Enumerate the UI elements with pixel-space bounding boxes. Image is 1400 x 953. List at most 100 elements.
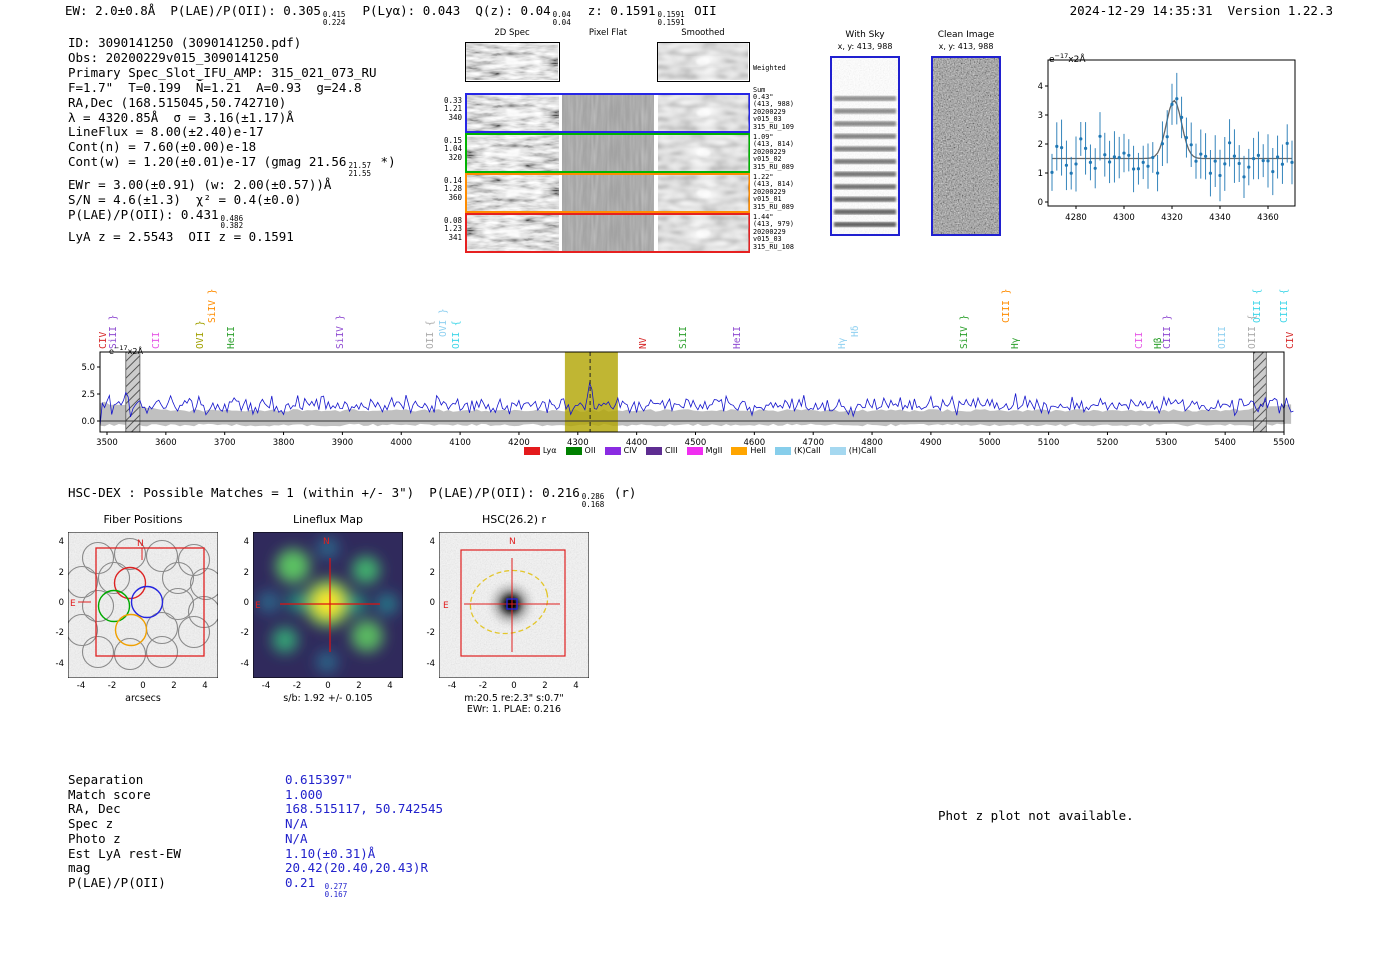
legend-swatch [523, 446, 540, 455]
spec2d-row [465, 133, 750, 173]
pixel-flat-image [562, 215, 654, 251]
svg-text:0.0: 0.0 [81, 417, 95, 427]
cutout-x-tick: -2 [107, 681, 117, 691]
cutout-x-tick: 4 [387, 681, 393, 691]
info-line: S/N = 4.6(±1.3) χ² = 0.4(±0.0) [68, 191, 302, 207]
pixelflat-cell [562, 215, 654, 251]
spec2d-cell [467, 135, 559, 171]
clean-image [933, 58, 999, 234]
spec2d-row [465, 213, 750, 253]
cutout-x-tick: -2 [478, 681, 488, 691]
smoothed-cell [658, 135, 749, 171]
svg-text:3600: 3600 [155, 438, 177, 448]
weighted-sum-label: Weighted Sum [753, 63, 786, 95]
svg-text:4: 4 [1038, 82, 1043, 92]
spec2d-row [465, 173, 750, 213]
match-field-value: 0.615397" [285, 772, 353, 787]
pixelflat-cell [562, 135, 654, 171]
weighted-2dspec-cell [465, 42, 560, 82]
cutout-y-tick: 2 [243, 568, 249, 578]
masked-region [125, 351, 141, 433]
lineflux-map-panel: N E [253, 532, 403, 678]
legend-item: OII [565, 446, 596, 455]
info-line: EWr = 3.00(±0.91) (w: 2.00(±0.57))Å [68, 176, 332, 192]
with-sky-title: With Sky [845, 30, 885, 40]
cutout-y-tick: -2 [426, 628, 435, 638]
info-line: Cont(n) = 7.60(±0.00)e-18 [68, 139, 257, 155]
spec2d-cell [467, 95, 559, 131]
info-line: λ = 4320.85Å σ = 3.16(±1.17)Å [68, 109, 294, 125]
masked-region [1253, 351, 1267, 433]
lineflux-map-title: Lineflux Map [292, 513, 364, 526]
timestamp-version: 2024-12-29 14:35:31 Version 1.22.3 [1069, 3, 1333, 18]
cutout-x-tick: 0 [511, 681, 517, 691]
fiber-row-id: 1.09" (413, 814) 20200229 v015_02 315_RU_089 [753, 133, 794, 171]
cutout-y-tick: -2 [55, 628, 64, 638]
legend-swatch [829, 446, 846, 455]
info-line: Primary Spec_Slot_IFU_AMP: 315_021_073_R… [68, 64, 377, 80]
with-sky-coords: x, y: 413, 988 [837, 42, 893, 51]
legend-swatch [604, 446, 621, 455]
cutout-y-tick: 2 [429, 568, 435, 578]
compass-east-icon: E [255, 601, 261, 611]
match-field-value: 0.21 0.277 0.167 [285, 874, 348, 899]
match-field-label: Spec z [68, 816, 114, 832]
stacked-uncertainty: 0.486 0.382 [220, 213, 244, 231]
pixel-flat-image [562, 135, 654, 171]
cutout-x-tick: -2 [292, 681, 302, 691]
cutout-x-tick: 4 [573, 681, 579, 691]
legend-item: CIII [645, 446, 678, 455]
fiber-row-weights: 0.15 1.04 320 [443, 136, 462, 162]
legend-item: Lyα [523, 446, 557, 455]
pixel-flat-image [562, 175, 654, 211]
info-block: ID: 3090141250 (3090141250.pdf) Obs: 2020… [68, 35, 396, 245]
match-field-label: Match score [68, 786, 151, 802]
cutout-x-tick: 0 [140, 681, 146, 691]
cutout-y-tick: 0 [429, 598, 435, 608]
cutout-y-tick: -4 [426, 659, 435, 669]
stacked-uncertainty: 0.277 0.167 [324, 881, 348, 899]
legend-swatch [731, 446, 748, 455]
match-field-label: Photo z [68, 830, 121, 846]
hsc-image-panel: N E [439, 532, 589, 678]
svg-text:4320: 4320 [1161, 213, 1183, 223]
match-field-label: mag [68, 860, 91, 876]
match-field-label: P(LAE)/P(OII) [68, 874, 166, 890]
legend-item: HeII [731, 446, 766, 455]
cutout-y-tick: -2 [240, 628, 249, 638]
cutout-x-tick: 4 [202, 681, 208, 691]
detection-summary-header: EW: 2.0±0.8Å P(LAE)/P(OII): 0.305 0.415 0.… [65, 3, 717, 27]
svg-text:3500: 3500 [96, 438, 118, 448]
spectrum-legend: Lyα OII CIV CIII MgII HeII (K)CaII (H)CaII [440, 446, 960, 455]
col-header-2dspec: 2D Spec [494, 28, 530, 38]
svg-text:3800: 3800 [273, 438, 295, 448]
info-line: LineFlux = 8.00(±2.40)e-17 [68, 124, 264, 140]
legend-swatch [686, 446, 703, 455]
hsc-image-title: HSC(26.2) r [481, 513, 547, 526]
hsc-xlabel-1: m:20.5 re:2.3" s:0.7" [464, 693, 564, 704]
hsc-xlabel-2: EWr: 1. PLAE: 0.216 [466, 704, 562, 715]
match-field-value: 1.10(±0.31)Å [285, 845, 376, 861]
info-line: ID: 3090141250 (3090141250.pdf) [68, 35, 302, 50]
cutout-y-tick: 4 [429, 537, 435, 547]
clean-image-cutout [931, 56, 1001, 236]
svg-text:4300: 4300 [1113, 213, 1135, 223]
svg-text:5000: 5000 [979, 438, 1001, 448]
legend-item: (K)CaII [775, 446, 821, 455]
spec2d-image [658, 175, 749, 211]
cutout-y-tick: 0 [243, 598, 249, 608]
match-field-value: 168.515117, 50.742545 [285, 801, 444, 817]
svg-text:5400: 5400 [1214, 438, 1236, 448]
fiber-positions-title: Fiber Positions [103, 513, 183, 526]
fiber-xlabel: arcsecs [125, 693, 161, 704]
fiber-row-weights: 0.08 1.23 341 [443, 216, 462, 242]
info-line: F=1.7" T=0.199 N̄=1.21 A=0.93 g=24.8 [68, 79, 362, 95]
with-sky-cutout [830, 56, 900, 236]
svg-text:5300: 5300 [1155, 438, 1177, 448]
fiber-row-weights: 0.33 1.21 340 [443, 96, 462, 122]
clean-image-coords: x, y: 413, 988 [938, 42, 994, 51]
cutout-x-tick: 2 [171, 681, 177, 691]
info-line: Obs: 20200229v015_3090141250 [68, 49, 279, 65]
match-field-label: RA, Dec [68, 801, 121, 817]
svg-text:3900: 3900 [332, 438, 354, 448]
